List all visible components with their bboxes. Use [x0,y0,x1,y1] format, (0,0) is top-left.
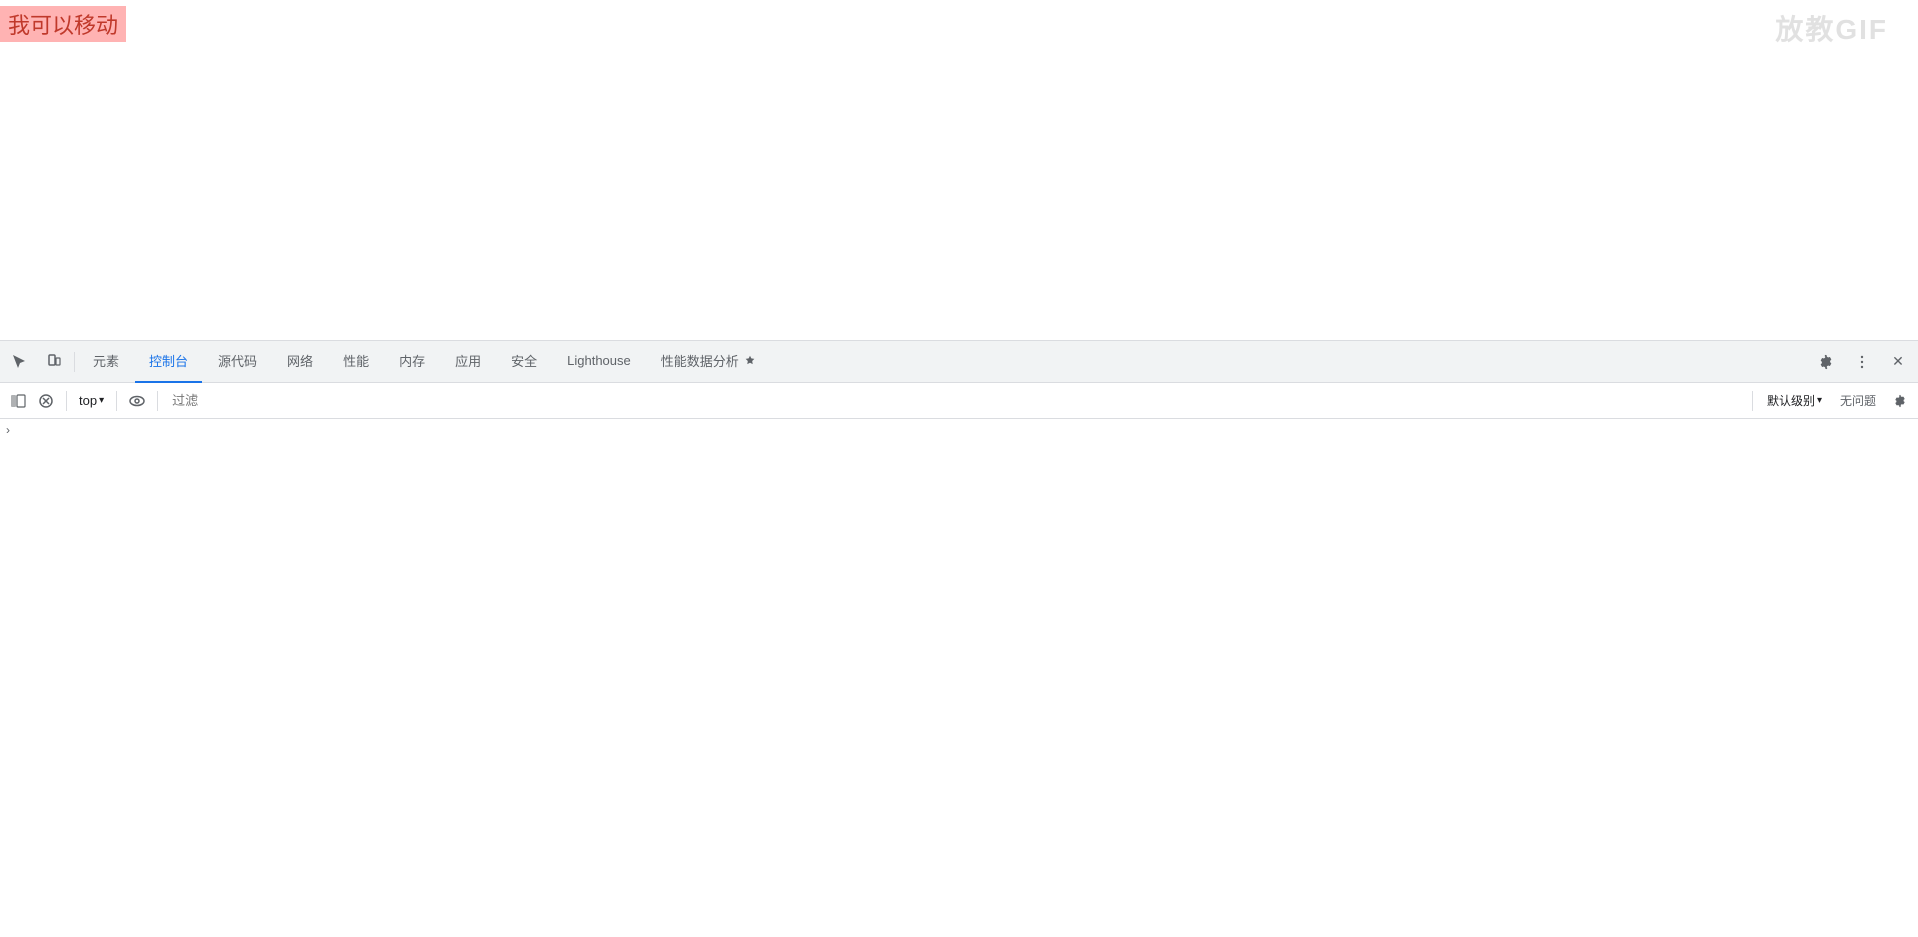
tab-console[interactable]: 控制台 [135,341,202,383]
tab-memory[interactable]: 内存 [385,341,439,383]
console-toolbar: top ▾ 默认级别 ▾ 无问题 [0,383,1918,419]
toolbar-separator-4 [1752,391,1753,411]
no-issues-label: 无问题 [1832,392,1884,409]
devtools-panel: 元素 控制台 源代码 网络 性能 内存 应用 安全 Lighthouse 性能数… [0,340,1918,937]
devtools-tab-bar: 元素 控制台 源代码 网络 性能 内存 应用 安全 Lighthouse 性能数… [0,341,1918,383]
log-level-selector[interactable]: 默认级别 ▾ [1761,390,1828,411]
inspect-element-button[interactable] [4,346,36,378]
expand-chevron-icon: › [6,423,10,437]
toolbar-separator-2 [116,391,117,411]
console-sidebar-toggle[interactable] [6,389,30,413]
live-expressions-button[interactable] [125,389,149,413]
console-expand-row[interactable]: › [0,419,1918,441]
tab-network[interactable]: 网络 [273,341,327,383]
toolbar-divider [74,352,75,372]
tab-lighthouse[interactable]: Lighthouse [553,341,645,383]
browser-viewport: 我可以移动 放教GIF [0,0,1918,340]
devtools-close-button[interactable]: ✕ [1882,346,1914,378]
tab-security[interactable]: 安全 [497,341,551,383]
tab-sources[interactable]: 源代码 [204,341,271,383]
highlight-banner: 我可以移动 [0,6,126,42]
toolbar-separator-3 [157,391,158,411]
watermark: 放教GIF [1775,8,1888,48]
tab-perf-insights[interactable]: 性能数据分析 [647,341,771,383]
devtools-more-button[interactable] [1846,346,1878,378]
devtools-right-icons: ✕ [1810,346,1914,378]
toolbar-separator-1 [66,391,67,411]
device-toolbar-button[interactable] [38,346,70,378]
clear-console-button[interactable] [34,389,58,413]
context-selector[interactable]: top ▾ [75,391,108,410]
console-content-area: › [0,419,1918,937]
tab-performance[interactable]: 性能 [329,341,383,383]
tab-application[interactable]: 应用 [441,341,495,383]
console-filter-input[interactable] [166,391,1744,410]
console-settings-button[interactable] [1888,389,1912,413]
tab-elements[interactable]: 元素 [79,341,133,383]
devtools-settings-button[interactable] [1810,346,1842,378]
